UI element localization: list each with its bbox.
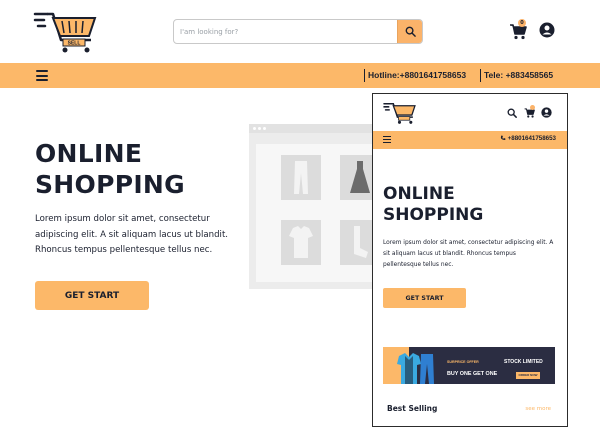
browser-illustration [249,124,380,289]
hero-title: ONLINE SHOPPING [35,138,255,200]
hero-title-line2: SHOPPING [35,170,185,199]
mobile-get-start-button[interactable]: GET START [383,288,466,308]
user-account-icon[interactable] [539,22,555,38]
search-input[interactable] [174,20,398,43]
hero-title-line1: ONLINE [35,139,143,168]
nav-bar: Hotline:+8801641758653 Tele: +883458565 [0,63,600,88]
logo-tag: SELL [68,41,81,47]
mobile-title-line1: ONLINE [383,184,455,204]
mobile-cart-badge [530,105,535,110]
order-now-button[interactable]: ORDER NOW [516,372,540,379]
banner-big-text: BUY ONE GET ONE [447,371,498,377]
promo-banner[interactable]: SURPRICE OFFER BUY ONE GET ONE STOCK LIM… [383,347,555,384]
pants-tile [281,155,321,200]
shirt-pants-illustration [397,353,434,384]
cart-count-badge: 0 [518,19,526,27]
banner-stock-text: STOCK LIMITED [504,359,543,365]
search-button[interactable] [397,20,422,43]
get-start-button[interactable]: GET START [35,281,149,310]
mobile-hero-description: Lorem ipsum dolor sit amet, consectetur … [383,240,554,268]
mobile-cart-logo-icon[interactable] [383,101,417,125]
mobile-title-line2: SHOPPING [383,205,484,225]
mobile-nav-bar: +8801641758653 [373,131,567,149]
cart-logo-icon[interactable]: SELL [33,10,99,54]
mobile-hero-title: ONLINE SHOPPING [383,184,553,226]
search-icon [405,26,416,37]
mobile-user-icon[interactable] [541,107,552,118]
site-header: SELL 0 [0,0,600,63]
hotline-text: Hotline:+8801641758653 [364,69,466,82]
phone-icon [500,135,506,140]
banner-small-text: SURPRICE OFFER [447,360,479,364]
best-selling-heading: Best Selling [387,404,438,413]
mobile-phone-number: +8801641758653 [507,135,556,142]
mobile-search-icon[interactable] [507,108,517,118]
tele-text: Tele: +883458565 [480,69,553,82]
search-bar [173,19,423,44]
shirt-tile [281,220,321,265]
hero-description: Lorem ipsum dolor sit amet, consectetur … [35,214,229,255]
menu-icon[interactable] [36,70,48,81]
mobile-menu-icon[interactable] [383,136,391,144]
mobile-phone-text: +8801641758653 [500,135,556,142]
mobile-preview: +8801641758653 ONLINE SHOPPING Lorem ips… [372,93,568,427]
see-more-link[interactable]: see more [525,406,551,412]
